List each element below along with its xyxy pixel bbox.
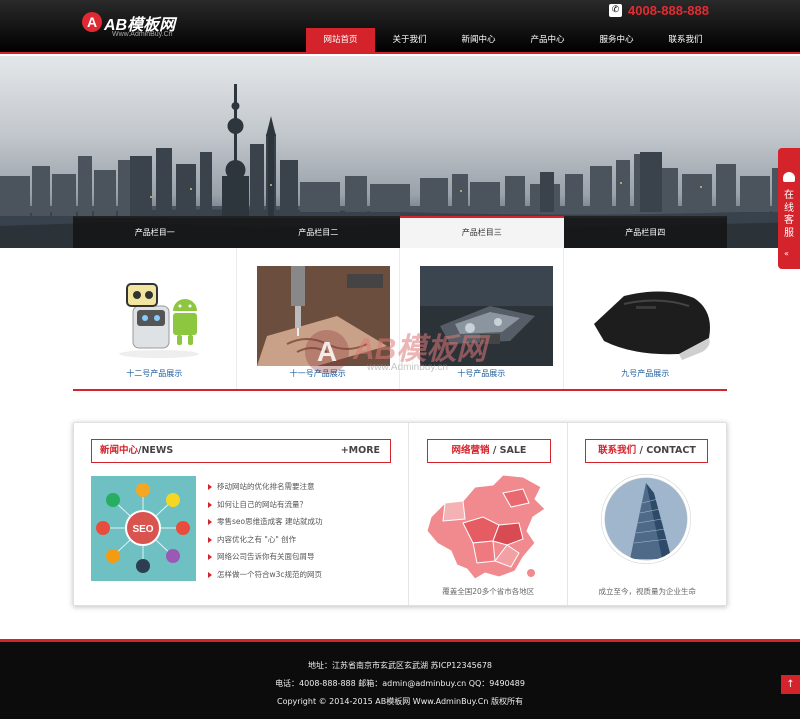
hotline-number: 4008-888-888 xyxy=(628,3,709,18)
logo-subtitle: Www.AdminBuy.Cn xyxy=(112,31,173,38)
news-item[interactable]: 如何让自己的网站有流量？ xyxy=(206,496,323,514)
sale-heading: 网络营销 / SALE xyxy=(426,439,551,463)
tab-product-2[interactable]: 产品栏目二 xyxy=(236,216,400,248)
engraving-machine-image[interactable] xyxy=(256,266,390,366)
contact-heading: 联系我们 / CONTACT xyxy=(585,439,709,463)
contact-column: 联系我们 / CONTACT 成立至今，视质量为企业生命 xyxy=(568,423,726,605)
nav-item-news[interactable]: 新闻中心 xyxy=(444,28,513,53)
news-column: 新闻中心/NEWS +MORE SEO 移动网站的优化排名需要注意 如何让自己的… xyxy=(74,423,409,605)
product-showcase: 十二号产品展示 十一号产品展示 十号产品展示 九号产品展示 xyxy=(73,248,727,391)
news-title-en: /NEWS xyxy=(138,445,174,456)
online-service-tab[interactable]: 在线客服 « xyxy=(778,148,800,269)
news-item[interactable]: 网络公司告诉你有关面包屑导 xyxy=(206,548,323,566)
nav-item-about[interactable]: 关于我们 xyxy=(375,28,444,53)
footer-copyright: Copyright © 2014-2015 AB模板网 Www.AdminBuy… xyxy=(276,697,524,706)
site-footer: 地址：江苏省南京市玄武区玄武湖 苏ICP12345678 电话：4008-888… xyxy=(0,639,800,719)
sale-column: 网络营销 / SALE 覆盖全国20多个省市各地区 xyxy=(409,423,569,605)
online-service-label: 在线客服 xyxy=(784,190,794,239)
seo-diagram-image: SEO xyxy=(91,476,196,581)
footer-address: 地址：江苏省南京市玄武区玄武湖 苏ICP12345678 xyxy=(307,661,493,670)
sale-title-cn: 网络营销 xyxy=(451,445,490,456)
product-caption[interactable]: 十二号产品展示 xyxy=(73,368,236,379)
news-item[interactable]: 移动网站的优化排名需要注意 xyxy=(206,478,323,496)
headset-icon xyxy=(783,172,795,182)
sale-title-en: / SALE xyxy=(489,445,527,456)
tab-product-4[interactable]: 产品栏目四 xyxy=(563,216,727,248)
building-image xyxy=(601,474,692,564)
chevron-left-icon: « xyxy=(784,249,789,258)
site-header: A AB模板网 Www.AdminBuy.Cn ✆ 4008-888-888 网… xyxy=(0,0,800,54)
nav-item-home[interactable]: 网站首页 xyxy=(306,28,375,53)
back-to-top-button[interactable]: ↑ xyxy=(781,675,800,694)
product-card[interactable]: 十一号产品展示 xyxy=(237,248,400,389)
product-tabs: 产品栏目一 产品栏目二 产品栏目三 产品栏目四 xyxy=(73,216,727,248)
phone-icon: ✆ xyxy=(609,4,622,17)
product-caption[interactable]: 十一号产品展示 xyxy=(237,368,400,379)
nav-item-service[interactable]: 服务中心 xyxy=(582,28,651,53)
product-card[interactable]: 十号产品展示 xyxy=(400,248,564,389)
china-map-image xyxy=(426,474,546,580)
news-item[interactable]: 零售seo思维造成客 建站就成功 xyxy=(206,513,323,531)
robot-android-image[interactable] xyxy=(93,266,226,366)
product-card[interactable]: 十二号产品展示 xyxy=(73,248,237,389)
info-section: 新闻中心/NEWS +MORE SEO 移动网站的优化排名需要注意 如何让自己的… xyxy=(73,422,727,606)
product-caption[interactable]: 十号产品展示 xyxy=(400,368,563,379)
news-list: 移动网站的优化排名需要注意 如何让自己的网站有流量？ 零售seo思维造成客 建站… xyxy=(206,478,323,584)
news-item[interactable]: 怎样做一个符合w3c规范的网页 xyxy=(206,566,323,584)
contact-title-en: / CONTACT xyxy=(636,445,696,456)
sale-caption: 覆盖全国20多个省市各地区 xyxy=(442,587,535,596)
nav-item-products[interactable]: 产品中心 xyxy=(513,28,582,53)
tab-product-1[interactable]: 产品栏目一 xyxy=(73,216,237,248)
news-title-cn: 新闻中心 xyxy=(100,445,139,456)
nav-item-contact[interactable]: 联系我们 xyxy=(651,28,720,53)
main-nav: 网站首页 关于我们 新闻中心 产品中心 服务中心 联系我们 xyxy=(306,28,720,53)
product-caption[interactable]: 九号产品展示 xyxy=(564,368,728,379)
logo-mark: A xyxy=(82,12,102,32)
contact-title-cn: 联系我们 xyxy=(598,445,637,456)
news-item[interactable]: 内容优化之有 "心" 创作 xyxy=(206,531,323,549)
news-more-link[interactable]: +MORE xyxy=(341,440,380,462)
tab-product-3[interactable]: 产品栏目三 xyxy=(400,216,564,248)
news-heading: 新闻中心/NEWS +MORE xyxy=(91,439,391,463)
mouse-image[interactable] xyxy=(583,266,717,366)
footer-contact: 电话：4008-888-888 邮箱：admin@adminbuy.cn QQ：… xyxy=(275,679,525,688)
machine-part-image[interactable] xyxy=(420,266,553,366)
seo-label: SEO xyxy=(132,524,153,535)
product-card[interactable]: 九号产品展示 xyxy=(564,248,728,389)
site-logo[interactable]: A AB模板网 Www.AdminBuy.Cn xyxy=(82,11,192,41)
contact-caption: 成立至今，视质量为企业生命 xyxy=(598,587,696,596)
